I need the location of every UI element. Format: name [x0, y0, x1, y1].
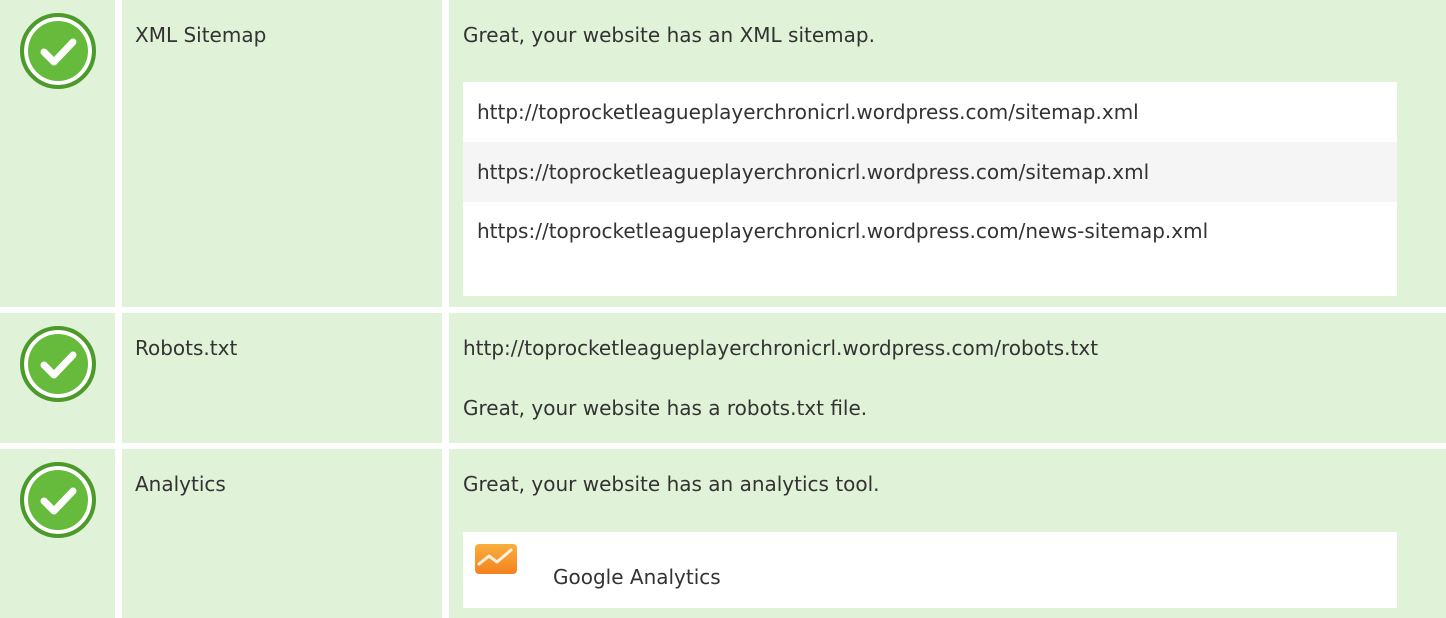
status-message: Great, your website has an analytics too…: [463, 472, 880, 496]
analytics-tool-name: Google Analytics: [553, 565, 721, 589]
analytics-tool-item: Google Analytics: [463, 532, 1397, 608]
check-label: XML Sitemap: [135, 23, 267, 47]
label-cell: XML Sitemap: [122, 0, 442, 307]
robots-url[interactable]: http://toprocketleagueplayerchronicrl.wo…: [463, 335, 1098, 361]
label-cell: Robots.txt: [122, 313, 442, 443]
row-robots-txt: Robots.txt http://toprocketleagueplayerc…: [0, 313, 1446, 443]
check-label: Analytics: [135, 472, 226, 496]
content-cell: http://toprocketleagueplayerchronicrl.wo…: [449, 313, 1446, 443]
check-circle-icon: [20, 326, 96, 402]
google-analytics-icon: [475, 544, 517, 574]
seo-checklist: XML Sitemap Great, your website has an X…: [0, 0, 1446, 618]
sitemap-url[interactable]: https://toprocketleagueplayerchronicrl.w…: [463, 202, 1383, 296]
sitemap-list: http://toprocketleagueplayerchronicrl.wo…: [463, 82, 1397, 296]
check-circle-icon: [20, 462, 96, 538]
sitemap-url[interactable]: http://toprocketleagueplayerchronicrl.wo…: [463, 82, 1397, 142]
status-cell: [0, 449, 115, 618]
status-message: Great, your website has a robots.txt fil…: [463, 396, 868, 420]
row-xml-sitemap: XML Sitemap Great, your website has an X…: [0, 0, 1446, 307]
status-message: Great, your website has an XML sitemap.: [463, 23, 875, 47]
sitemap-url[interactable]: https://toprocketleagueplayerchronicrl.w…: [463, 142, 1397, 202]
row-analytics: Analytics Great, your website has an ana…: [0, 449, 1446, 618]
check-label: Robots.txt: [135, 336, 238, 360]
content-cell: Great, your website has an XML sitemap. …: [449, 0, 1446, 307]
check-circle-icon: [20, 13, 96, 89]
status-cell: [0, 0, 115, 307]
label-cell: Analytics: [122, 449, 442, 618]
content-cell: Great, your website has an analytics too…: [449, 449, 1446, 618]
status-cell: [0, 313, 115, 443]
